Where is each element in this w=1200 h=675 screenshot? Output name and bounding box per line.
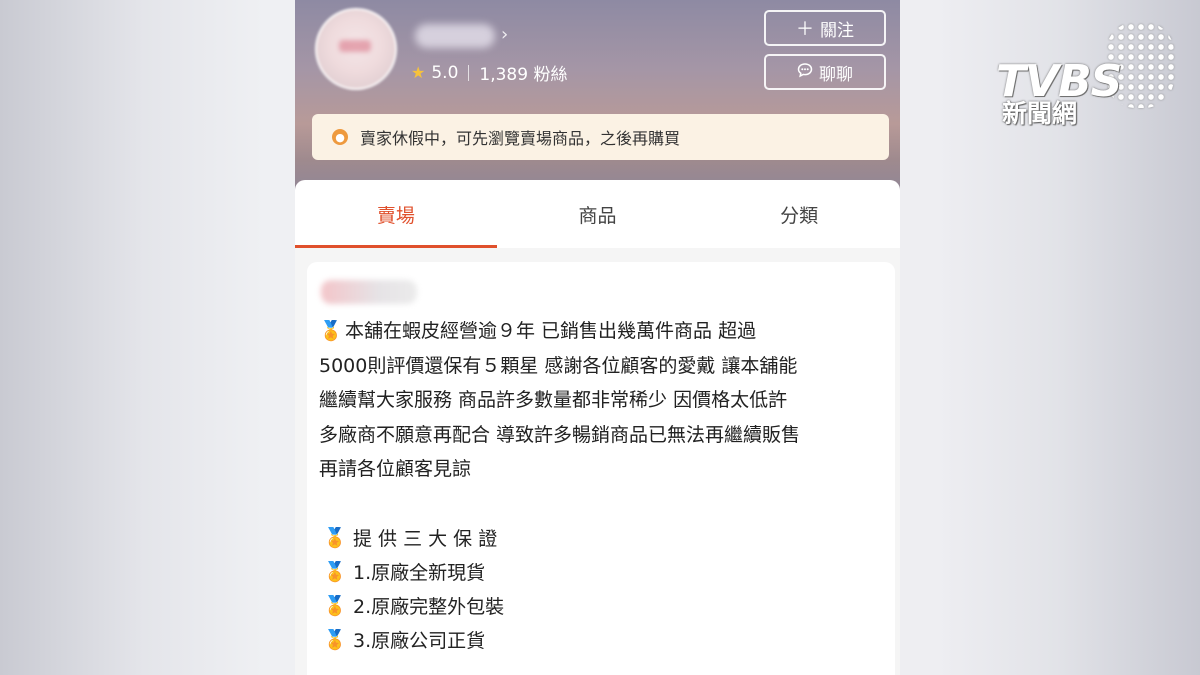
tab-store[interactable]: 賣場	[295, 180, 497, 248]
guarantee-item: 🏅 2.原廠完整外包裝	[323, 595, 505, 618]
medal-icon: 🏅	[319, 320, 343, 342]
follow-label: 關注	[820, 20, 854, 41]
store-header: › ★ 5.0 1,389 粉絲 ＋ 關注 聊聊 ● 賣家休假中，可先瀏覽賣場商…	[295, 0, 900, 200]
tvbs-watermark: TVBS 新聞網	[994, 18, 1180, 128]
card-title-blurred	[321, 280, 417, 304]
guarantee-item: 🏅 1.原廠全新現貨	[323, 561, 486, 584]
vacation-notice: ● 賣家休假中，可先瀏覽賣場商品，之後再購買	[312, 114, 889, 160]
store-tabs: 賣場 商品 分類	[295, 180, 900, 248]
store-avatar[interactable]	[315, 8, 397, 90]
follower-count: 1,389 粉絲	[479, 65, 568, 85]
star-icon: ★	[411, 63, 426, 82]
tab-products[interactable]: 商品	[497, 180, 699, 248]
description-line: 多廠商不願意再配合 導致許多暢銷商品已無法再繼續販售	[319, 423, 801, 446]
medal-icon: 🏅	[323, 527, 347, 549]
guarantee-item: 🏅 3.原廠公司正貨	[323, 629, 486, 652]
shop-name-blurred[interactable]	[415, 24, 495, 48]
tab-categories[interactable]: 分類	[698, 180, 900, 248]
follow-button[interactable]: ＋ 關注	[764, 10, 886, 46]
description-line: 繼續幫大家服務 商品許多數量都非常稀少 因價格太低許	[319, 389, 788, 411]
tvbs-subtitle: 新聞網	[1002, 99, 1078, 128]
chevron-right-icon: ›	[501, 24, 509, 45]
description-line: 再請各位顧客見諒	[319, 458, 472, 480]
notice-icon: ●	[332, 129, 348, 145]
phone-screen: › ★ 5.0 1,389 粉絲 ＋ 關注 聊聊 ● 賣家休假中，可先瀏覽賣場商…	[295, 0, 900, 675]
medal-icon: 🏅	[323, 629, 347, 651]
description-line: 5000則評價還保有５顆星 感謝各位顧客的愛戴 讓本舖能	[319, 354, 798, 377]
plus-icon: ＋	[796, 19, 814, 40]
rating-value: 5.0	[431, 62, 459, 83]
chat-label: 聊聊	[819, 64, 853, 85]
avatar-logo-blur	[339, 40, 371, 52]
guarantee-heading: 🏅 提 供 三 大 保 證	[323, 527, 498, 550]
medal-icon: 🏅	[323, 595, 347, 617]
store-description-card: 🏅 本舖在蝦皮經營逾９年 已銷售出幾萬件商品 超過 5000則評價還保有５顆星 感…	[307, 262, 895, 675]
medal-icon: 🏅	[323, 561, 347, 583]
store-description: 🏅 本舖在蝦皮經營逾９年 已銷售出幾萬件商品 超過 5000則評價還保有５顆星 感…	[319, 314, 879, 487]
chat-button[interactable]: 聊聊	[764, 54, 886, 90]
chat-bubble-icon	[797, 62, 813, 83]
notice-text: 賣家休假中，可先瀏覽賣場商品，之後再購買	[360, 129, 681, 148]
description-line: 🏅 本舖在蝦皮經營逾９年 已銷售出幾萬件商品 超過	[319, 314, 879, 349]
rating-divider	[468, 64, 470, 81]
store-rating: ★ 5.0 1,389 粉絲	[411, 60, 568, 86]
